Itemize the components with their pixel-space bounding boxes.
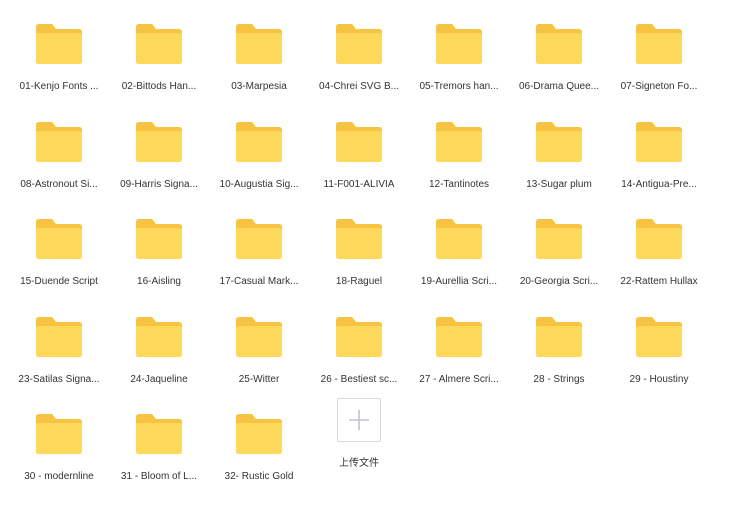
- folder-label: 28 - Strings: [533, 373, 585, 385]
- folder-label: 20-Georgia Scri...: [519, 276, 599, 287]
- folder-item[interactable]: 13-Sugar plum: [509, 120, 609, 210]
- folder-label: 19-Aurellia Scri...: [420, 276, 498, 287]
- folder-icon: [236, 219, 282, 259]
- folder-item[interactable]: 27 - Almere Scri...: [409, 315, 509, 405]
- folder-icon: [136, 414, 182, 454]
- folder-item[interactable]: 20-Georgia Scri...: [509, 217, 609, 307]
- folder-icon: [36, 219, 82, 259]
- file-grid: 01-Kenjo Fonts ... 02-Bittods Han... 03-Ma…: [0, 0, 752, 508]
- folder-item[interactable]: 15-Duende Script: [9, 217, 109, 307]
- folder-item[interactable]: 09-Harris Signa...: [109, 120, 209, 210]
- folder-label: 10-Augustia Sig...: [219, 178, 299, 190]
- folder-label: 13-Sugar plum: [526, 178, 592, 190]
- upload-file-button[interactable]: 上传文件: [309, 398, 409, 488]
- folder-icon: [136, 24, 182, 64]
- folder-item[interactable]: 04-Chrei SVG B...: [309, 22, 409, 112]
- folder-item[interactable]: 05-Tremors han...: [409, 22, 509, 112]
- folder-item[interactable]: 26 - Bestiest sc...: [309, 315, 409, 405]
- folder-item[interactable]: 22-Rattem Hullax: [609, 217, 709, 307]
- folder-label: 11-F001-ALIVIA: [323, 178, 395, 190]
- folder-item[interactable]: 17-Casual Mark...: [209, 217, 309, 307]
- folder-label: 01-Kenjo Fonts ...: [19, 81, 99, 92]
- folder-icon: [36, 316, 82, 357]
- folder-icon: [136, 316, 182, 357]
- folder-item[interactable]: 07-Signeton Fo...: [609, 22, 709, 112]
- folder-label: 07-Signeton Fo...: [620, 81, 698, 92]
- folder-icon: [536, 316, 582, 357]
- upload-box[interactable]: [337, 398, 381, 442]
- folder-item[interactable]: 24-Jaqueline: [109, 315, 209, 405]
- folder-icon: [236, 24, 282, 64]
- folder-label: 09-Harris Signa...: [120, 178, 198, 190]
- folder-item[interactable]: 30 - modernline: [9, 412, 109, 502]
- folder-item[interactable]: 31 - Bloom of L...: [109, 412, 209, 502]
- folder-item[interactable]: 03-Marpesia: [209, 22, 309, 112]
- folder-label: 06-Drama Quee...: [518, 81, 600, 92]
- folder-item[interactable]: 11-F001-ALIVIA: [309, 120, 409, 210]
- folder-item[interactable]: 16-Aisling: [109, 217, 209, 307]
- folder-icon: [636, 24, 682, 64]
- folder-icon: [36, 414, 82, 454]
- folder-icon: [436, 121, 482, 162]
- folder-label: 08-Astronout Si...: [20, 178, 98, 190]
- folder-icon: [436, 24, 482, 64]
- folder-icon: [636, 316, 682, 357]
- folder-item[interactable]: 18-Raguel: [309, 217, 409, 307]
- folder-icon: [636, 121, 682, 162]
- folder-label: 23-Satilas Signa...: [18, 373, 100, 385]
- folder-icon: [236, 316, 282, 357]
- folder-label: 32- Rustic Gold: [224, 471, 294, 482]
- folder-label: 14-Antigua-Pre...: [621, 178, 697, 190]
- folder-item[interactable]: 23-Satilas Signa...: [9, 315, 109, 405]
- folder-item[interactable]: 14-Antigua-Pre...: [609, 120, 709, 210]
- folder-icon: [436, 219, 482, 259]
- folder-label: 24-Jaqueline: [130, 373, 188, 385]
- folder-label: 29 - Houstiny: [629, 373, 689, 385]
- upload-label: 上传文件: [339, 458, 379, 469]
- folder-item[interactable]: 01-Kenjo Fonts ...: [9, 22, 109, 112]
- folder-label: 31 - Bloom of L...: [120, 471, 198, 482]
- folder-icon: [336, 316, 382, 357]
- folder-label: 26 - Bestiest sc...: [320, 373, 398, 385]
- folder-label: 27 - Almere Scri...: [419, 373, 499, 385]
- folder-item[interactable]: 29 - Houstiny: [609, 315, 709, 405]
- folder-label: 03-Marpesia: [231, 81, 287, 92]
- plus-icon: [349, 410, 369, 430]
- folder-icon: [36, 24, 82, 64]
- folder-label: 15-Duende Script: [20, 276, 98, 287]
- folder-icon: [536, 121, 582, 162]
- folder-icon: [336, 24, 382, 64]
- folder-icon: [136, 219, 182, 259]
- folder-label: 16-Aisling: [137, 276, 181, 287]
- folder-label: 05-Tremors han...: [419, 81, 499, 92]
- folder-item[interactable]: 10-Augustia Sig...: [209, 120, 309, 210]
- folder-label: 12-Tantinotes: [428, 178, 490, 190]
- folder-label: 18-Raguel: [335, 276, 383, 287]
- folder-label: 02-Bittods Han...: [121, 81, 197, 92]
- folder-item[interactable]: 08-Astronout Si...: [9, 120, 109, 210]
- folder-icon: [536, 219, 582, 259]
- folder-icon: [36, 121, 82, 162]
- folder-label: 30 - modernline: [24, 471, 94, 482]
- folder-item[interactable]: 06-Drama Quee...: [509, 22, 609, 112]
- folder-icon: [636, 219, 682, 259]
- folder-label: 22-Rattem Hullax: [620, 276, 698, 287]
- folder-label: 04-Chrei SVG B...: [318, 81, 400, 92]
- folder-icon: [436, 316, 482, 357]
- folder-label: 17-Casual Mark...: [219, 276, 299, 287]
- folder-icon: [236, 121, 282, 162]
- folder-icon: [236, 414, 282, 454]
- folder-item[interactable]: 02-Bittods Han...: [109, 22, 209, 112]
- folder-item[interactable]: 12-Tantinotes: [409, 120, 509, 210]
- folder-label: 25-Witter: [238, 373, 280, 385]
- folder-icon: [136, 121, 182, 162]
- folder-item[interactable]: 32- Rustic Gold: [209, 412, 309, 502]
- folder-icon: [336, 219, 382, 259]
- folder-icon: [336, 121, 382, 162]
- folder-item[interactable]: 19-Aurellia Scri...: [409, 217, 509, 307]
- folder-item[interactable]: 25-Witter: [209, 315, 309, 405]
- folder-icon: [536, 24, 582, 64]
- folder-item[interactable]: 28 - Strings: [509, 315, 609, 405]
